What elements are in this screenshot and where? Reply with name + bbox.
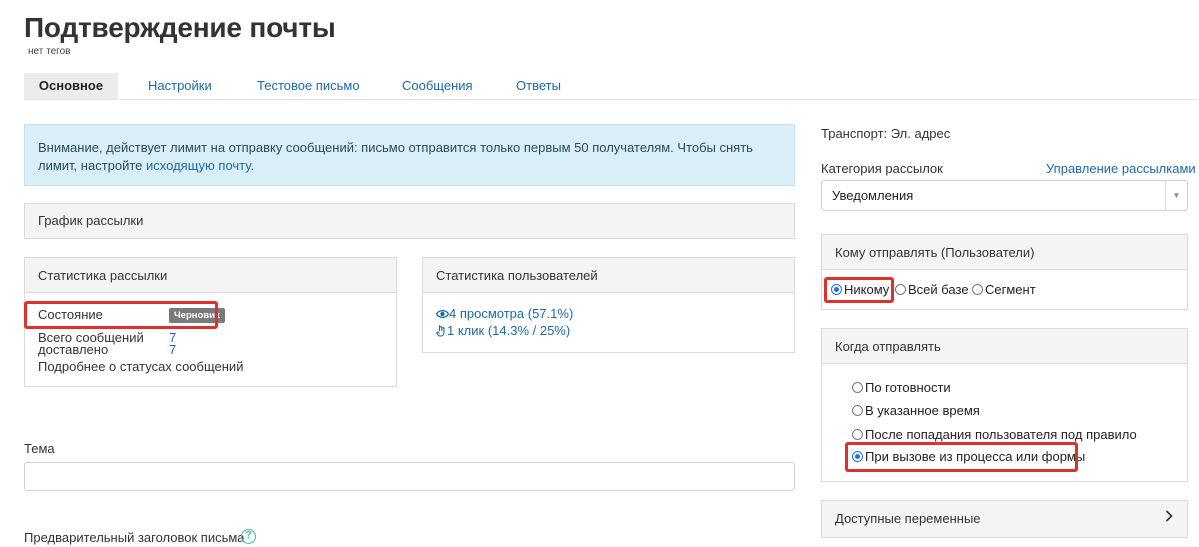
- status-details-link[interactable]: Подробнее о статусах сообщений: [38, 359, 243, 374]
- chevron-down-icon: ▼: [1165, 181, 1187, 210]
- alert-text-end: .: [250, 158, 255, 173]
- hand-pointer-icon: [436, 325, 445, 337]
- radio-after-rule[interactable]: [852, 429, 863, 440]
- delivered-value[interactable]: 7: [169, 342, 176, 357]
- limit-alert: Внимание, действует лимит на отправку со…: [24, 124, 795, 186]
- outgoing-mail-link[interactable]: исходящую почту: [146, 158, 250, 173]
- chevron-right-icon: [1165, 510, 1173, 522]
- eye-icon: [435, 309, 450, 319]
- option-whole-base-label[interactable]: Всей базе: [908, 282, 969, 297]
- category-selected-value: Уведомления: [832, 188, 914, 203]
- help-icon[interactable]: ?: [241, 529, 256, 544]
- option-segment-label[interactable]: Сегмент: [985, 282, 1036, 297]
- nobody-highlight: [824, 277, 894, 303]
- tags-label: нет тегов: [28, 46, 71, 57]
- tab-main[interactable]: Основное: [24, 73, 118, 99]
- manage-mailings-link[interactable]: Управление рассылками: [1046, 161, 1196, 176]
- views-link[interactable]: 4 просмотра (57.1%): [449, 306, 573, 321]
- option-scheduled-time-label[interactable]: В указанное время: [865, 403, 980, 418]
- user-stats-title: Статистика пользователей: [423, 258, 794, 293]
- user-stats-panel: Статистика пользователей 4 просмотра (57…: [422, 257, 795, 353]
- category-label: Категория рассылок: [821, 161, 943, 176]
- tab-settings[interactable]: Настройки: [148, 73, 212, 99]
- tab-bar: Основное Настройки Тестовое письмо Сообщ…: [24, 73, 1199, 100]
- subject-label: Тема: [24, 441, 55, 456]
- tab-test-email[interactable]: Тестовое письмо: [257, 73, 360, 99]
- views-row[interactable]: 4 просмотра (57.1%): [435, 306, 573, 321]
- status-highlight: [24, 301, 218, 329]
- radio-when-ready[interactable]: [852, 382, 863, 393]
- clicks-link[interactable]: 1 клик (14.3% / 25%): [447, 323, 570, 338]
- category-select[interactable]: Уведомления ▼: [821, 180, 1188, 211]
- preheader-label: Предварительный заголовок письма: [24, 530, 245, 545]
- radio-whole-base[interactable]: [895, 284, 906, 295]
- radio-segment[interactable]: [972, 284, 983, 295]
- transport-label: Транспорт: Эл. адрес: [821, 126, 951, 141]
- schedule-panel[interactable]: График рассылки: [24, 203, 795, 239]
- mailing-stats-title: Статистика рассылки: [25, 258, 396, 293]
- delivered-label: доставлено: [38, 342, 109, 357]
- variables-title: Доступные переменные: [822, 501, 1187, 537]
- variables-panel[interactable]: Доступные переменные: [821, 500, 1188, 538]
- schedule-title: График рассылки: [25, 204, 794, 238]
- clicks-row[interactable]: 1 клик (14.3% / 25%): [436, 323, 570, 338]
- tab-messages[interactable]: Сообщения: [402, 73, 473, 99]
- process-call-highlight: [845, 442, 1078, 472]
- when-title: Когда отправлять: [822, 329, 1187, 364]
- page-title: Подтверждение почты: [24, 12, 336, 43]
- radio-scheduled-time[interactable]: [852, 405, 863, 416]
- recipients-title: Кому отправлять (Пользователи): [822, 235, 1187, 270]
- delivered-row: доставлено 7: [38, 342, 176, 357]
- option-after-rule-label[interactable]: После попадания пользователя под правило: [865, 427, 1137, 442]
- tab-replies[interactable]: Ответы: [516, 73, 561, 99]
- subject-input[interactable]: [24, 462, 795, 491]
- option-when-ready-label[interactable]: По готовности: [865, 380, 951, 395]
